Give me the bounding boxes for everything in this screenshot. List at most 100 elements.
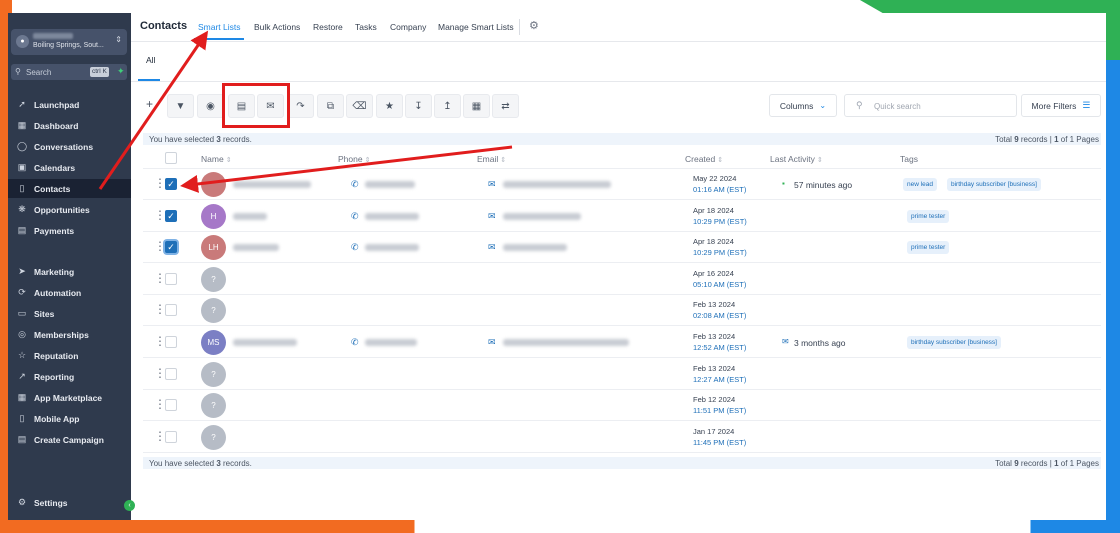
row-checkbox[interactable]: ✓: [165, 241, 177, 254]
sidebar-item-memberships[interactable]: ◎ Memberships: [8, 325, 131, 344]
row-checkbox[interactable]: [165, 336, 177, 348]
app-window: ● Boiling Springs, Sout... ⇕ ⚲ Search ct…: [8, 13, 1106, 520]
tab-restore[interactable]: Restore: [313, 22, 343, 32]
column-header-phone[interactable]: Phone ⇕: [338, 154, 370, 164]
email-icon[interactable]: ✉: [488, 337, 496, 348]
export-icon[interactable]: ↷: [287, 94, 314, 118]
tag-badge[interactable]: prime tester: [907, 241, 950, 255]
table-row[interactable]: ⋮ ✓ H ✆ ✉ Apr 18 2024 10:29 PM (EST) prime test…: [143, 201, 1101, 232]
row-checkbox[interactable]: [165, 272, 177, 285]
table-row[interactable]: ⋮? Feb 13 2024 12:27 AM (EST): [143, 359, 1101, 390]
tab-tasks[interactable]: Tasks: [355, 22, 377, 32]
sidebar-item-label: Conversations: [34, 141, 94, 152]
phone-icon[interactable]: ✆: [351, 179, 359, 190]
table-row[interactable]: ⋮ ✓ LH ✆ ✉ Apr 18 2024 10:29 PM (EST) prime tes…: [143, 232, 1101, 264]
created-date: Feb 13 2024: [693, 363, 736, 373]
tab-smart-lists[interactable]: Smart Lists: [198, 22, 241, 32]
contact-name-redacted[interactable]: [233, 244, 279, 252]
row-checkbox[interactable]: ✓: [165, 178, 177, 190]
delete-icon[interactable]: ⌫: [346, 94, 373, 118]
sidebar-item-sites[interactable]: ▭ Sites: [8, 304, 131, 323]
sidebar-item-automation[interactable]: ⟳ Automation: [8, 283, 131, 302]
tab-bulk-actions[interactable]: Bulk Actions: [254, 22, 300, 32]
quick-search-input[interactable]: ⚲ Quick search: [844, 94, 1017, 117]
column-header-email[interactable]: Email ⇕: [477, 154, 506, 164]
sidebar-item-payments[interactable]: ▤ Payments: [8, 221, 131, 240]
row-checkbox[interactable]: [165, 367, 177, 380]
row-checkbox[interactable]: ✓: [165, 209, 177, 222]
sidebar-item-mobile-app[interactable]: ▯ Mobile App: [8, 409, 131, 428]
sidebar-search[interactable]: ⚲ Search ctrl K ✦: [11, 64, 127, 80]
row-checkbox[interactable]: [165, 304, 177, 317]
contact-phone-redacted[interactable]: [365, 181, 415, 188]
table-row[interactable]: ⋮ MS ✆ ✉ Feb 13 2024 12:52 AM (EST) ✉ 3 months …: [143, 327, 1101, 358]
table-row[interactable]: ⋮? Apr 16 2024 05:10 AM (EST): [143, 264, 1101, 295]
table-row[interactable]: ⋮? Jan 17 2024 11:45 PM (EST): [143, 422, 1101, 453]
row-checkbox[interactable]: [165, 430, 177, 443]
upload-icon[interactable]: ↥: [434, 94, 461, 118]
sidebar-item-marketing[interactable]: ➤ Marketing: [8, 262, 131, 281]
tab-manage-smart-lists[interactable]: Manage Smart Lists: [438, 22, 514, 32]
email-icon[interactable]: ✉: [488, 242, 496, 253]
sidebar-item-opportunities[interactable]: ❋ Opportunities: [8, 200, 131, 219]
building-icon[interactable]: ▦: [463, 94, 490, 118]
column-header-name[interactable]: Name ⇕: [201, 154, 232, 164]
sidebar-item-calendars[interactable]: ▣ Calendars: [8, 158, 131, 177]
download-icon[interactable]: ↧: [405, 94, 432, 118]
email-icon[interactable]: ✉: [488, 179, 496, 190]
contact-email-redacted[interactable]: [503, 339, 629, 346]
more-filters-button[interactable]: More Filters ☰: [1021, 94, 1101, 117]
tab-all[interactable]: All: [146, 55, 155, 65]
column-header-last-activity[interactable]: Last Activity ⇕: [770, 154, 823, 164]
sidebar-item-app-marketplace[interactable]: ▦ App Marketplace: [8, 388, 131, 407]
contact-name-redacted[interactable]: [233, 181, 311, 188]
table-row[interactable]: ⋮? Feb 12 2024 11:51 PM (EST): [143, 390, 1101, 422]
tag-badge[interactable]: prime tester: [907, 209, 950, 223]
sidebar-item-dashboard[interactable]: ▦ Dashboard: [8, 116, 131, 135]
sidebar-item-contacts[interactable]: ▯ Contacts: [8, 179, 131, 198]
table-row[interactable]: ⋮? Feb 13 2024 02:08 AM (EST): [143, 295, 1101, 327]
column-header-created[interactable]: Created ⇕: [685, 154, 723, 164]
columns-button[interactable]: Columns ⌄: [769, 94, 837, 117]
contact-phone-redacted[interactable]: [365, 339, 417, 346]
select-all-checkbox[interactable]: [165, 152, 177, 164]
contact-phone-redacted[interactable]: [365, 244, 419, 252]
sidebar-item-reporting[interactable]: ↗ Reporting: [8, 367, 131, 386]
gear-icon[interactable]: ⚙: [529, 19, 539, 32]
duplicate-icon[interactable]: ⧉: [317, 94, 344, 118]
contact-name-redacted[interactable]: [233, 212, 267, 220]
sidebar-item-label: Sites: [34, 308, 55, 319]
sidebar-item-label: Create Campaign: [34, 434, 104, 445]
contact-email-redacted[interactable]: [503, 212, 581, 220]
phone-icon[interactable]: ✆: [351, 337, 359, 348]
phone-icon[interactable]: ✆: [351, 211, 359, 222]
quick-add-icon[interactable]: ✦: [117, 66, 125, 77]
tag-badge[interactable]: new lead: [903, 178, 938, 191]
add-contact-icon[interactable]: +: [146, 97, 153, 111]
robot-icon[interactable]: ◉: [197, 94, 224, 118]
sidebar-item-launchpad[interactable]: ➚ Launchpad: [8, 95, 131, 114]
tab-company[interactable]: Company: [390, 22, 426, 32]
sidebar-item-conversations[interactable]: ◯ Conversations: [8, 137, 131, 156]
merge-icon[interactable]: ⇄: [492, 94, 519, 118]
contact-phone-redacted[interactable]: [365, 212, 419, 220]
avatar: [201, 172, 226, 197]
collapse-sidebar-icon[interactable]: ‹: [124, 500, 135, 511]
row-checkbox[interactable]: [165, 399, 177, 412]
phone-icon[interactable]: ✆: [351, 242, 359, 253]
contact-email-redacted[interactable]: [503, 244, 567, 252]
contact-name-redacted[interactable]: [233, 339, 297, 346]
filter-icon[interactable]: ▼: [167, 94, 194, 118]
tag-badge[interactable]: birthday subscriber [business]: [947, 178, 1041, 191]
sidebar-item-reputation[interactable]: ☆ Reputation: [8, 346, 131, 365]
star-icon[interactable]: ★: [376, 94, 403, 118]
sidebar-item-create-campaign[interactable]: ▤ Create Campaign: [8, 430, 131, 449]
account-switcher[interactable]: ● Boiling Springs, Sout... ⇕: [11, 29, 127, 55]
email-icon[interactable]: ✉: [488, 211, 496, 222]
avatar: ?: [201, 393, 226, 419]
table-row[interactable]: ⋮ ✓ ✆ ✉ May 22 2024 01:16 AM (EST) ▪ 57 minutes…: [143, 169, 1101, 200]
contact-email-redacted[interactable]: [503, 181, 611, 188]
sidebar-item-settings[interactable]: ⚙ Settings: [8, 493, 131, 512]
created-date: Jan 17 2024: [693, 426, 735, 436]
tag-badge[interactable]: birthday subscriber [business]: [907, 336, 1001, 349]
